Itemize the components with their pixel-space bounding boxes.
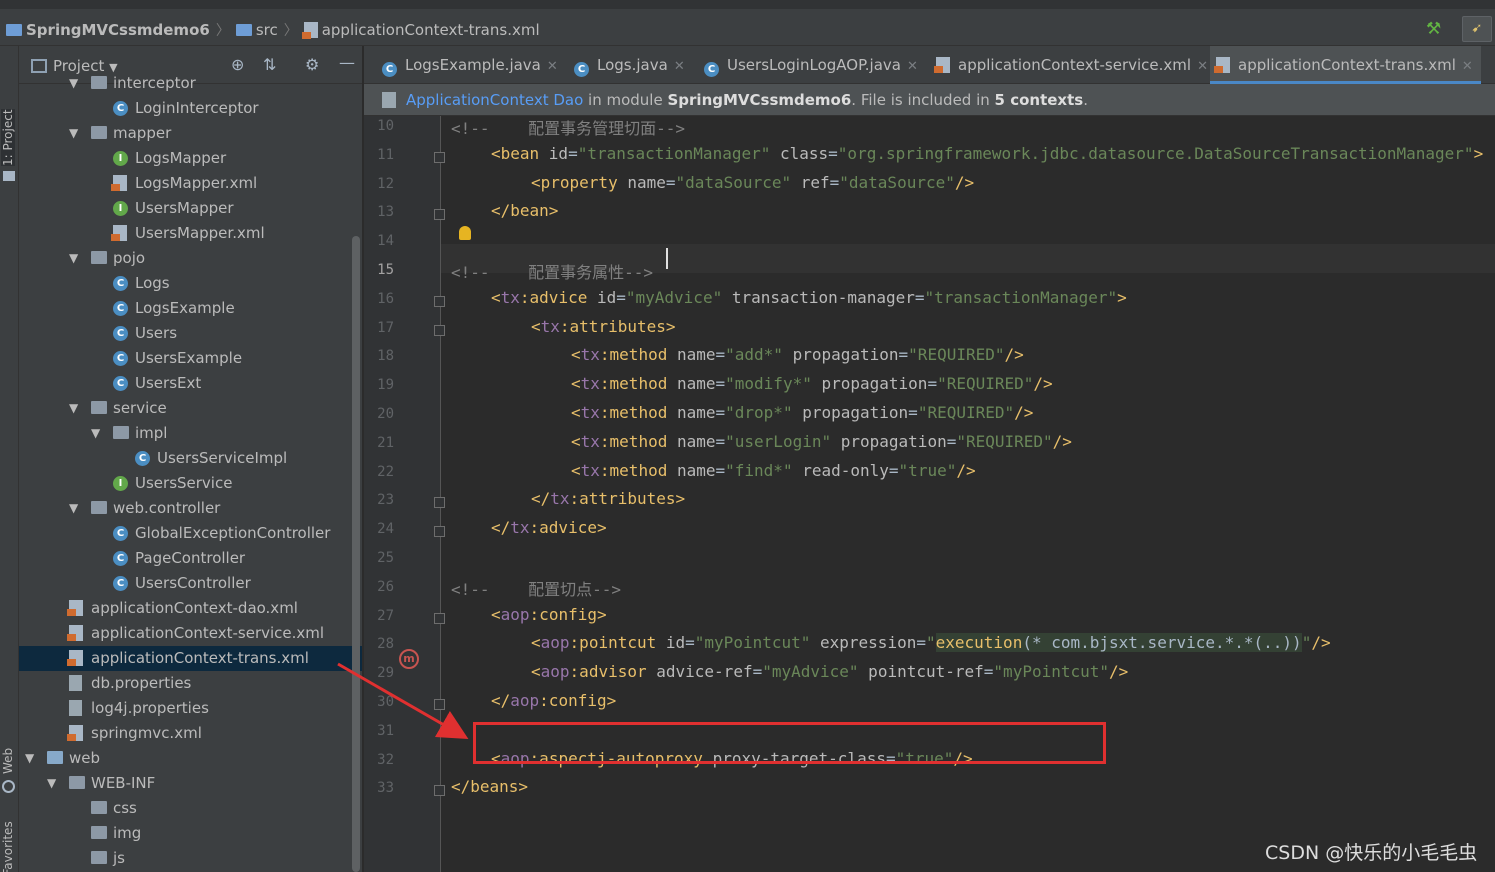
annotation-arrow [337,662,469,739]
ide-window: SpringMVCssmdemo6 〉 src 〉 applicationCon… [0,0,1495,872]
csdn-watermark: CSDN @快乐的小毛毛虫 [1265,842,1478,864]
